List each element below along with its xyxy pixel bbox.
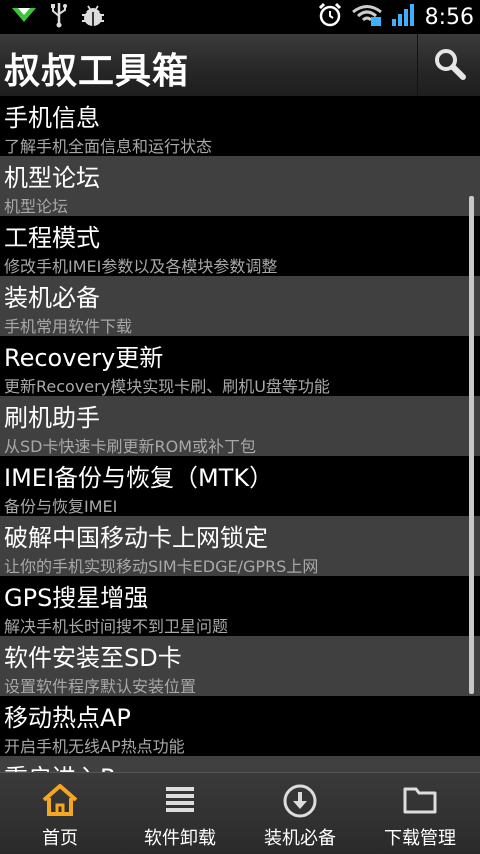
nav-home-label: 首页 bbox=[42, 828, 78, 849]
home-icon bbox=[41, 783, 79, 821]
list-item[interactable]: 破解中国移动卡上网锁定让你的手机实现移动SIM卡EDGE/GPRS上网 bbox=[0, 516, 480, 576]
nav-home-button[interactable]: 首页 bbox=[0, 773, 120, 854]
download-icon bbox=[282, 783, 318, 823]
list-item-subtitle: 更新Recovery模块实现卡刷、刷机U盘等功能 bbox=[4, 377, 330, 396]
list-item[interactable]: 移动热点AP 开启手机无线AP热点功能 bbox=[0, 696, 480, 756]
nav-uninstall-label: 软件卸载 bbox=[144, 828, 216, 849]
list-icon bbox=[163, 783, 197, 819]
alarm-clock-icon bbox=[317, 2, 343, 32]
list-item-title: IMEI备份与恢复（MTK） bbox=[4, 464, 274, 492]
list-item[interactable]: 机型论坛 机型论坛 bbox=[0, 156, 480, 216]
nav-downloads-button[interactable]: 下载管理 bbox=[360, 773, 480, 854]
folder-icon bbox=[402, 783, 438, 819]
notification-arrow-icon bbox=[10, 5, 38, 29]
list-item-title: 软件安装至SD卡 bbox=[4, 644, 182, 672]
list-item-title: 装机必备 bbox=[4, 284, 100, 312]
list-item-title: 刷机助手 bbox=[4, 404, 100, 432]
list-item[interactable]: 软件安装至SD卡设置软件程序默认安装位置 bbox=[0, 636, 480, 696]
list-item-title: 工程模式 bbox=[4, 224, 100, 252]
list-item-title: 手机信息 bbox=[4, 104, 100, 132]
app-title: 叔叔工具箱 bbox=[4, 51, 190, 92]
debug-android-icon bbox=[80, 2, 106, 32]
list-item-title: GPS搜星增强 bbox=[4, 584, 149, 612]
search-button[interactable] bbox=[417, 34, 480, 96]
nav-essentials-button[interactable]: 装机必备 bbox=[240, 773, 360, 854]
list-item[interactable]: IMEI备份与恢复（MTK） 备份与恢复IMEI bbox=[0, 456, 480, 516]
list-item-subtitle: 从SD卡快速卡刷更新ROM或补丁包 bbox=[4, 437, 256, 456]
list-item-subtitle: 机型论坛 bbox=[4, 197, 69, 216]
list-item-title: 重启进入Recovery bbox=[4, 758, 211, 772]
list-item[interactable]: Recovery更新更新Recovery模块实现卡刷、刷机U盘等功能 bbox=[0, 336, 480, 396]
list-item-subtitle: 让你的手机实现移动SIM卡EDGE/GPRS上网 bbox=[4, 557, 319, 576]
list-item-subtitle: 了解手机全面信息和运行状态 bbox=[4, 137, 213, 156]
signal-strength-icon bbox=[391, 3, 417, 31]
status-clock: 8:56 bbox=[424, 4, 474, 30]
list-item[interactable]: 刷机助手从SD卡快速卡刷更新ROM或补丁包 bbox=[0, 396, 480, 456]
usb-icon bbox=[50, 2, 68, 32]
nav-uninstall-button[interactable]: 软件卸载 bbox=[120, 773, 240, 854]
list-item[interactable]: 重启进入Recovery bbox=[0, 756, 480, 772]
wifi-icon bbox=[351, 3, 383, 31]
nav-essentials-label: 装机必备 bbox=[264, 828, 336, 849]
list-item-subtitle: 手机常用软件下载 bbox=[4, 317, 133, 336]
bottom-nav: 首页 软件卸载 装机必备 下载管理 bbox=[0, 772, 480, 854]
list-item-title: 破解中国移动卡上网锁定 bbox=[4, 524, 268, 552]
list-item-subtitle: 备份与恢复IMEI bbox=[4, 497, 118, 516]
list-item-subtitle: 设置软件程序默认安装位置 bbox=[4, 677, 197, 696]
search-icon bbox=[432, 46, 466, 84]
list-item[interactable]: 手机信息了解手机全面信息和运行状态 bbox=[0, 96, 480, 156]
list-item-subtitle: 开启手机无线AP热点功能 bbox=[4, 737, 185, 756]
title-bar: 叔叔工具箱 bbox=[0, 34, 480, 97]
status-bar: 8:56 bbox=[0, 0, 480, 34]
list-item[interactable]: GPS搜星增强解决手机长时间搜不到卫星问题 bbox=[0, 576, 480, 636]
list-item-subtitle: 解决手机长时间搜不到卫星问题 bbox=[4, 617, 229, 636]
list-item-subtitle: 修改手机IMEI参数以及各模块参数调整 bbox=[4, 257, 278, 276]
list-item-title: 机型论坛 bbox=[4, 164, 100, 192]
list-item-title: 移动热点AP bbox=[4, 704, 131, 732]
list-item[interactable]: 工程模式修改手机IMEI参数以及各模块参数调整 bbox=[0, 216, 480, 276]
tool-list[interactable]: 手机信息 了解手机全面信息和运行状态 机型论坛 机型论坛 工程模式 修改手机IMEI参… bbox=[0, 96, 480, 772]
list-item-title: Recovery更新 bbox=[4, 344, 164, 372]
nav-downloads-label: 下载管理 bbox=[384, 828, 456, 849]
list-scrollbar[interactable] bbox=[469, 196, 474, 694]
list-item[interactable]: 装机必备手机常用软件下载 bbox=[0, 276, 480, 336]
